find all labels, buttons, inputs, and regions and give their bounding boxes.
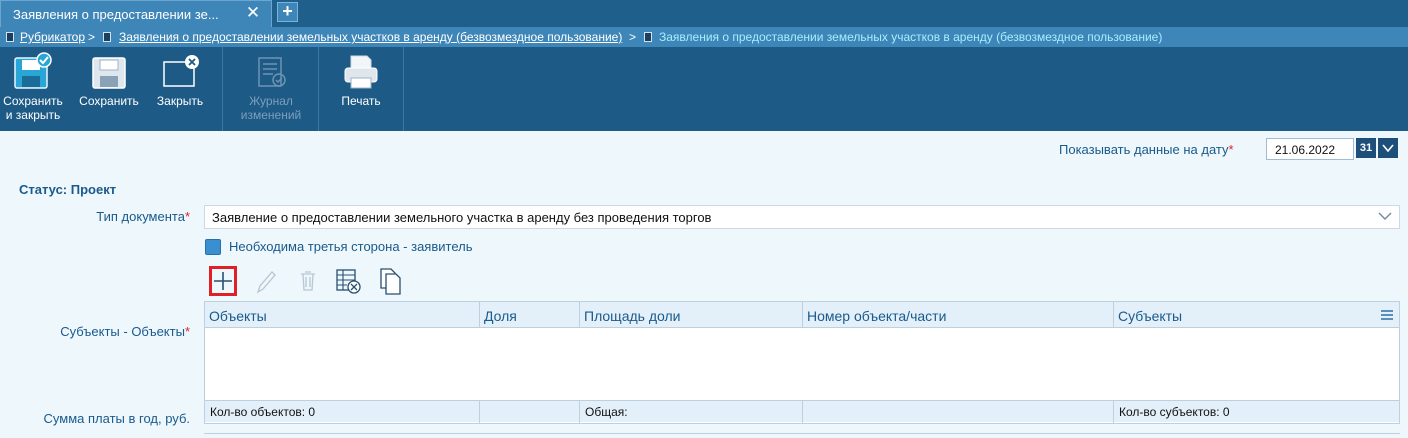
doc-type-value: Заявление о предоставлении земельного уч… [212,210,712,225]
column-header-object-number[interactable]: Номер объекта/части [803,302,1114,328]
save-label: Сохранить [79,94,139,108]
list-icon [103,32,111,42]
doc-type-label: Тип документа* [96,209,190,224]
payment-label: Сумма платы в год, руб. [43,411,190,426]
save-and-close-button[interactable]: Сохранить и закрыть [0,47,66,131]
column-menu-icon[interactable] [1381,308,1393,322]
tab-bar: Заявления о предоставлении зе... ✕ + [0,0,1408,27]
add-tab-button[interactable]: + [277,2,298,22]
subjects-objects-label: Субъекты - Объекты* [60,324,190,339]
breadcrumb-level1[interactable]: Заявления о предоставлении земельных уча… [119,30,622,44]
plus-icon [214,272,232,290]
chevron-down-icon[interactable] [1378,138,1398,158]
close-icon[interactable]: ✕ [245,4,261,21]
copy-icon [380,268,401,295]
close-window-icon [163,55,199,87]
edit-button[interactable] [252,266,280,296]
close-button[interactable]: Закрыть [150,47,210,131]
copy-button[interactable] [376,266,404,296]
tab-title: Заявления о предоставлении зе... [13,7,219,22]
chevron-down-icon[interactable] [1377,208,1393,224]
journal-label-2: изменений [240,108,302,122]
trash-icon [301,271,315,291]
save-and-close-label-2: и закрыть [5,108,61,122]
pencil-icon [256,271,276,294]
breadcrumb-root[interactable]: Рубрикатор [20,30,85,44]
print-label: Печать [341,94,381,108]
grid-header: Объекты Доля Площадь доли Номер объекта/… [205,302,1399,328]
table-delete-icon [336,269,361,294]
table-clear-button[interactable] [334,266,362,296]
save-and-close-label-1: Сохранить [3,94,63,108]
document-icon [644,32,652,42]
print-button[interactable]: Печать [324,47,398,131]
toolbar-separator [403,47,404,131]
doc-type-select[interactable]: Заявление о предоставлении земельного уч… [204,205,1400,229]
toolbar: Сохранить и закрыть Сохранить Закрыть Жур… [0,47,1408,131]
journal-label-1: Журнал [249,94,293,108]
date-input[interactable]: 21.06.2022 [1266,138,1354,160]
column-header-subjects[interactable]: Субъекты [1114,302,1399,328]
column-header-objects[interactable]: Объекты [205,302,480,328]
third-party-label: Необходима третья сторона - заявитель [229,239,473,254]
column-header-share-area[interactable]: Площадь доли [580,302,803,328]
third-party-checkbox[interactable] [205,239,221,255]
save-button[interactable]: Сохранить [74,47,144,131]
breadcrumb-separator: > [629,30,637,44]
toolbar-separator [318,47,319,131]
breadcrumb: Рубрикатор > Заявления о предоставлении … [0,27,1408,47]
toolbar-separator [222,47,223,131]
column-header-share[interactable]: Доля [480,302,580,328]
date-filter-label: Показывать данные на дату* [1059,142,1234,157]
status-label: Статус: Проект [19,182,117,197]
payment-input[interactable] [204,433,1400,437]
tab-document[interactable]: Заявления о предоставлении зе... ✕ [0,0,272,27]
add-button[interactable] [209,266,237,296]
list-icon [6,32,14,42]
save-icon [92,57,126,89]
footer-share [480,401,580,423]
footer-subjects-count: Кол-во субъектов: 0 [1119,405,1230,419]
footer-total: Общая: [580,401,803,423]
close-label: Закрыть [156,94,204,108]
save-and-close-icon [14,52,52,89]
change-journal-button[interactable]: Журнал изменений [230,47,312,131]
journal-icon [258,57,286,87]
footer-object-number [803,401,1114,423]
breadcrumb-current: Заявления о предоставлении земельных уча… [659,30,1163,44]
calendar-icon[interactable]: 31 [1356,138,1376,158]
breadcrumb-separator: > [88,30,96,44]
grid-footer: Кол-во объектов: 0 Общая: Кол-во субъект… [205,400,1399,423]
subjects-objects-grid: Объекты Доля Площадь доли Номер объекта/… [204,301,1400,424]
footer-objects-count: Кол-во объектов: 0 [205,401,480,423]
printer-icon [344,55,378,89]
delete-button[interactable] [294,266,322,296]
